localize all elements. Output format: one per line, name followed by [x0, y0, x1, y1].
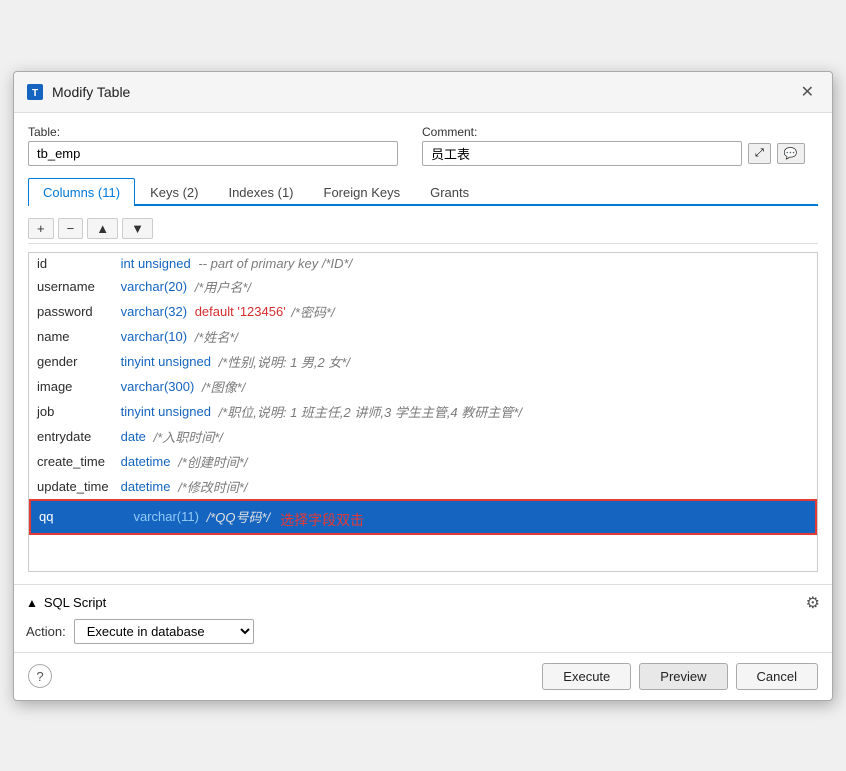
remove-column-button[interactable]: −: [58, 218, 84, 239]
tab-indexes[interactable]: Indexes (1): [213, 178, 308, 206]
footer-buttons: Execute Preview Cancel: [542, 663, 818, 690]
table-row[interactable]: name varchar(10) /*姓名*/: [29, 324, 817, 349]
hint-text: 选择字段双击: [280, 510, 364, 530]
columns-toolbar: + − ▲ ▼: [28, 214, 818, 244]
comment-label: Comment:: [422, 125, 805, 139]
dialog-body: Table: Comment: ⤢ 💬 Columns (11) Keys (2…: [14, 113, 832, 584]
execute-button[interactable]: Execute: [542, 663, 631, 690]
sql-header: ▲ SQL Script ⚙: [26, 593, 820, 613]
sql-title: ▲ SQL Script: [26, 595, 106, 610]
title-bar-left: T Modify Table: [26, 83, 130, 101]
dialog-title: Modify Table: [52, 84, 130, 100]
help-button[interactable]: ?: [28, 664, 52, 688]
svg-text:T: T: [32, 88, 38, 99]
columns-area: id int unsigned -- part of primary key /…: [28, 252, 818, 572]
app-icon: T: [26, 83, 44, 101]
table-name-group: Table:: [28, 125, 398, 166]
comment-input[interactable]: [422, 141, 742, 166]
table-row[interactable]: update_time datetime /*修改时间*/: [29, 474, 817, 499]
close-button[interactable]: ✕: [795, 80, 820, 104]
add-column-button[interactable]: +: [28, 218, 54, 239]
move-up-button[interactable]: ▲: [87, 218, 118, 239]
gear-icon[interactable]: ⚙: [806, 593, 820, 613]
action-label: Action:: [26, 624, 66, 639]
table-row[interactable]: id int unsigned -- part of primary key /…: [29, 253, 817, 274]
table-row[interactable]: password varchar(32) default '123456' /*…: [29, 299, 817, 324]
table-row[interactable]: image varchar(300) /*图像*/: [29, 374, 817, 399]
expand-button[interactable]: ⤢: [748, 143, 771, 164]
tab-columns[interactable]: Columns (11): [28, 178, 135, 206]
table-row[interactable]: gender tinyint unsigned /*性别,说明: 1 男,2 女…: [29, 349, 817, 374]
comment-group: Comment: ⤢ 💬: [422, 125, 805, 166]
table-row[interactable]: username varchar(20) /*用户名*/: [29, 274, 817, 299]
preview-button[interactable]: Preview: [639, 663, 727, 690]
tab-keys[interactable]: Keys (2): [135, 178, 213, 206]
move-down-button[interactable]: ▼: [122, 218, 153, 239]
table-label: Table:: [28, 125, 398, 139]
cancel-button[interactable]: Cancel: [736, 663, 818, 690]
tab-grants[interactable]: Grants: [415, 178, 484, 206]
comment-row: ⤢ 💬: [422, 141, 805, 166]
table-row[interactable]: job tinyint unsigned /*职位,说明: 1 班主任,2 讲师…: [29, 399, 817, 424]
form-row: Table: Comment: ⤢ 💬: [28, 125, 818, 166]
tab-foreign-keys[interactable]: Foreign Keys: [309, 178, 416, 206]
title-bar: T Modify Table ✕: [14, 72, 832, 113]
modify-table-dialog: T Modify Table ✕ Table: Comment: ⤢ 💬 C: [13, 71, 833, 701]
table-row[interactable]: entrydate date /*入职时间*/: [29, 424, 817, 449]
action-select[interactable]: Execute in database Preview only Save to…: [74, 619, 254, 644]
bubble-button[interactable]: 💬: [777, 143, 805, 164]
tabs-bar: Columns (11) Keys (2) Indexes (1) Foreig…: [28, 178, 818, 206]
sql-toggle-button[interactable]: ▲: [26, 596, 38, 610]
sql-title-label: SQL Script: [44, 595, 106, 610]
table-row[interactable]: create_time datetime /*创建时间*/: [29, 449, 817, 474]
table-row[interactable]: qq varchar(11) /*QQ号码*/ 选择字段双击: [29, 499, 817, 535]
table-name-input[interactable]: [28, 141, 398, 166]
footer: ? Execute Preview Cancel: [14, 652, 832, 700]
sql-section: ▲ SQL Script ⚙ Action: Execute in databa…: [14, 584, 832, 652]
action-row: Action: Execute in database Preview only…: [26, 619, 820, 644]
